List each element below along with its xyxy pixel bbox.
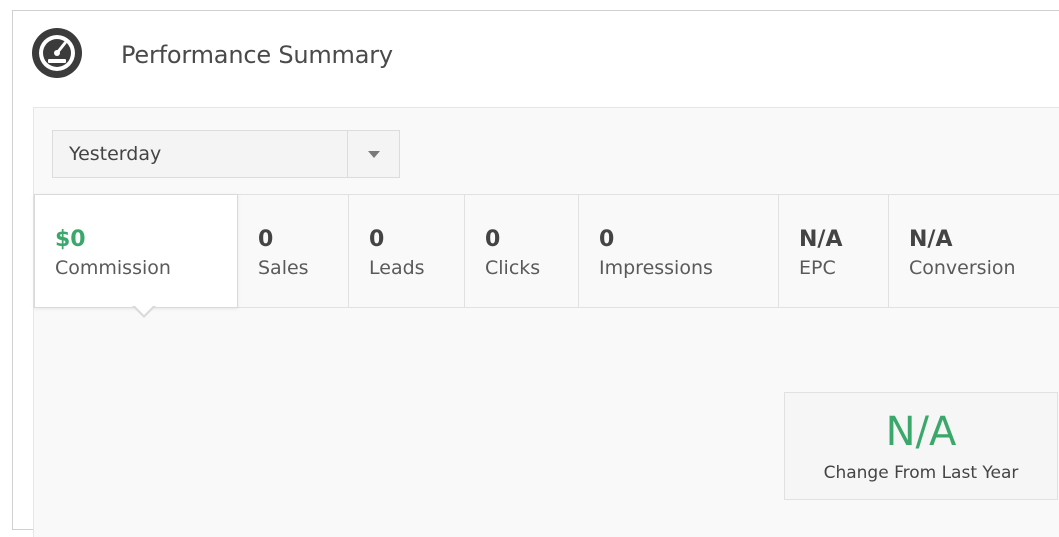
metric-label: EPC <box>799 257 836 279</box>
metric-label: Impressions <box>599 257 713 279</box>
panel-header: Performance Summary <box>13 11 1059 107</box>
change-label: Change From Last Year <box>823 463 1019 483</box>
date-range-select[interactable]: Yesterday <box>52 130 400 178</box>
metric-label: Sales <box>258 257 309 279</box>
date-range-value: Yesterday <box>69 143 162 165</box>
metric-label: Conversion <box>909 257 1016 279</box>
chevron-down-icon <box>368 151 380 158</box>
metric-value: 0 <box>485 227 501 252</box>
performance-summary-panel: Performance Summary Yesterday $0 Commiss… <box>12 10 1059 537</box>
metric-tab-commission[interactable]: $0 Commission <box>34 194 238 308</box>
metric-value: $0 <box>55 227 86 252</box>
metric-tab-impressions[interactable]: 0 Impressions <box>579 195 779 307</box>
metric-value: N/A <box>799 227 843 252</box>
metric-tab-epc[interactable]: N/A EPC <box>779 195 889 307</box>
metric-value: N/A <box>909 227 953 252</box>
metric-label: Clicks <box>485 257 541 279</box>
metric-tab-clicks[interactable]: 0 Clicks <box>465 195 579 307</box>
metric-value: 0 <box>599 227 615 252</box>
change-value: N/A <box>885 409 957 455</box>
metric-label: Commission <box>55 257 171 279</box>
metric-tab-leads[interactable]: 0 Leads <box>349 195 465 307</box>
speedometer-icon <box>32 28 82 78</box>
metric-tab-conversion[interactable]: N/A Conversion <box>889 195 1059 307</box>
metric-label: Leads <box>369 257 425 279</box>
metrics-tabs: $0 Commission 0 Sales 0 Leads 0 Clicks 0… <box>34 194 1059 308</box>
dropdown-button[interactable] <box>347 131 399 177</box>
change-from-last-year-card: N/A Change From Last Year <box>784 392 1058 500</box>
summary-content: Yesterday $0 Commission 0 Sales 0 Leads … <box>33 107 1059 537</box>
metric-tab-sales[interactable]: 0 Sales <box>238 195 349 307</box>
page-title: Performance Summary <box>121 41 393 69</box>
active-tab-pointer-fill <box>134 305 154 315</box>
metric-value: 0 <box>369 227 385 252</box>
metric-value: 0 <box>258 227 274 252</box>
